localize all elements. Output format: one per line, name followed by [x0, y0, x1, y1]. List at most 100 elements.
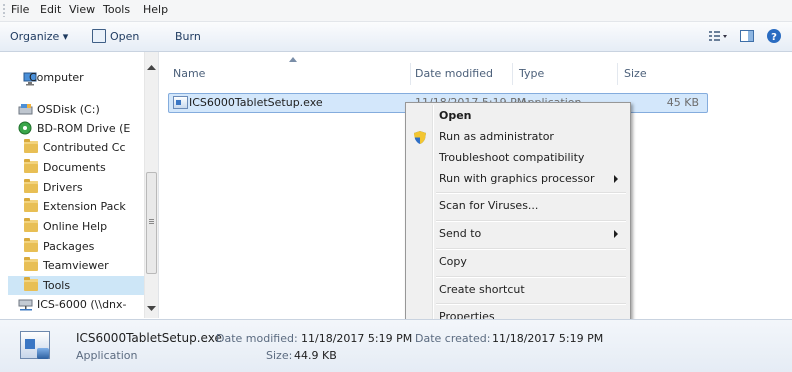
menu-gutter	[432, 105, 434, 325]
command-bar: Organize ▾ Open Burn ?	[0, 22, 792, 52]
column-separator[interactable]	[512, 63, 513, 85]
nav-item-computer[interactable]: Computer	[0, 70, 146, 89]
column-header-type[interactable]: Type	[519, 67, 544, 80]
menu-item-send-to[interactable]: Send to	[439, 227, 481, 240]
submenu-arrow-icon	[614, 175, 618, 183]
nav-label: Documents	[43, 161, 106, 174]
folder-icon	[24, 277, 38, 291]
view-options-icon	[709, 31, 727, 41]
menu-item-troubleshoot-compatibility[interactable]: Troubleshoot compatibility	[439, 151, 584, 164]
menu-item-create-shortcut[interactable]: Create shortcut	[439, 283, 525, 296]
application-large-icon	[20, 331, 50, 359]
sort-ascending-icon	[289, 57, 297, 62]
menu-separator	[436, 192, 626, 194]
details-size-label: Size:	[266, 349, 293, 362]
nav-item-documents[interactable]: Documents	[0, 158, 146, 177]
help-icon: ?	[767, 29, 781, 43]
preview-pane-button[interactable]	[739, 28, 755, 44]
help-button[interactable]: ?	[766, 28, 782, 44]
nav-item-drivers[interactable]: Drivers	[0, 178, 146, 197]
nav-item-contributed[interactable]: Contributed Cc	[0, 138, 146, 157]
menu-item-open[interactable]: Open	[439, 109, 472, 122]
thumb-grip	[149, 219, 154, 220]
folder-icon	[24, 159, 38, 173]
menu-item-copy[interactable]: Copy	[439, 255, 467, 268]
nav-item-osdisk[interactable]: OSDisk (C:)	[0, 100, 146, 119]
menu-separator	[436, 220, 626, 222]
menu-tools[interactable]: Tools	[103, 3, 130, 16]
nav-label: Drivers	[43, 181, 83, 194]
nav-label: Computer	[29, 71, 84, 84]
column-header-date-modified[interactable]: Date modified	[415, 67, 493, 80]
column-header-size[interactable]: Size	[624, 67, 647, 80]
nav-label: ICS-6000 (\\dnx-	[37, 298, 127, 311]
file-name: ICS6000TabletSetup.exe	[189, 96, 323, 109]
details-pane: ICS6000TabletSetup.exe Application Date …	[0, 319, 792, 372]
nav-item-online-help[interactable]: Online Help	[0, 217, 146, 236]
svg-text:?: ?	[771, 32, 777, 43]
file-size: 45 KB	[666, 96, 699, 109]
app-icon-badge	[37, 348, 49, 359]
nav-label: Teamviewer	[43, 259, 109, 272]
scroll-down-arrow-icon[interactable]	[147, 306, 156, 312]
folder-icon	[24, 179, 38, 193]
uac-shield-icon	[414, 131, 426, 144]
submenu-arrow-icon	[614, 230, 618, 238]
menu-item-run-with-graphics-processor[interactable]: Run with graphics processor	[439, 172, 594, 185]
app-icon-square	[25, 339, 35, 349]
menubar-grip	[3, 4, 5, 17]
navigation-pane: Computer OSDisk (C:) BD-ROM Drive (E Con…	[0, 52, 159, 318]
menu-separator	[436, 276, 626, 278]
menu-separator	[436, 248, 626, 250]
menu-item-run-as-administrator[interactable]: Run as administrator	[439, 130, 554, 143]
menu-bar: File Edit View Tools Help	[0, 0, 792, 22]
details-date-created: 11/18/2017 5:19 PM	[492, 332, 604, 345]
drive-icon	[18, 104, 33, 115]
column-header-name[interactable]: Name	[173, 67, 205, 80]
folder-icon	[24, 257, 38, 271]
menu-help[interactable]: Help	[143, 3, 168, 16]
menu-edit[interactable]: Edit	[40, 3, 61, 16]
menu-file[interactable]: File	[11, 3, 29, 16]
nav-label: Contributed Cc	[43, 141, 126, 154]
nav-label: BD-ROM Drive (E	[37, 122, 131, 135]
details-size: 44.9 KB	[294, 349, 337, 362]
details-date-modified-label: Date modified:	[216, 332, 298, 345]
nav-label: Online Help	[43, 220, 108, 233]
nav-label: OSDisk (C:)	[37, 103, 100, 116]
folder-icon	[24, 139, 38, 153]
nav-label: Packages	[43, 240, 95, 253]
nav-item-bd-rom[interactable]: BD-ROM Drive (E	[0, 119, 146, 138]
nav-item-tools[interactable]: Tools	[8, 276, 144, 295]
folder-icon	[24, 198, 38, 212]
nav-item-extension-pack[interactable]: Extension Pack	[0, 197, 146, 216]
nav-item-packages[interactable]: Packages	[0, 237, 146, 256]
nav-label: Tools	[43, 279, 71, 292]
details-filename: ICS6000TabletSetup.exe	[76, 331, 222, 345]
context-menu: Open Run as administrator Troubleshoot c…	[405, 102, 631, 329]
column-separator[interactable]	[410, 63, 411, 85]
nav-label: Extension Pack	[43, 200, 126, 213]
organize-button[interactable]: Organize ▾	[10, 30, 68, 43]
preview-pane-icon	[740, 30, 754, 42]
open-icon	[92, 29, 106, 43]
column-separator[interactable]	[617, 63, 618, 85]
change-view-button[interactable]	[707, 28, 727, 44]
menu-item-scan-for-viruses[interactable]: Scan for Viruses...	[439, 199, 538, 212]
nav-scrollbar-thumb[interactable]	[146, 172, 157, 274]
scroll-up-arrow-icon[interactable]	[147, 65, 156, 71]
folder-icon	[24, 238, 38, 252]
application-icon	[173, 96, 188, 109]
open-button[interactable]: Open	[110, 30, 139, 43]
menu-view[interactable]: View	[69, 3, 95, 16]
details-date-modified: 11/18/2017 5:19 PM	[301, 332, 413, 345]
burn-button[interactable]: Burn	[175, 30, 201, 43]
disc-icon	[18, 121, 32, 135]
menu-separator	[436, 303, 626, 305]
nav-item-ics6000-network[interactable]: ICS-6000 (\\dnx-	[0, 295, 146, 314]
details-date-created-label: Date created:	[415, 332, 491, 345]
folder-icon	[24, 218, 38, 232]
network-drive-icon	[18, 299, 33, 311]
details-type: Application	[76, 349, 138, 362]
nav-item-teamviewer[interactable]: Teamviewer	[0, 256, 146, 275]
